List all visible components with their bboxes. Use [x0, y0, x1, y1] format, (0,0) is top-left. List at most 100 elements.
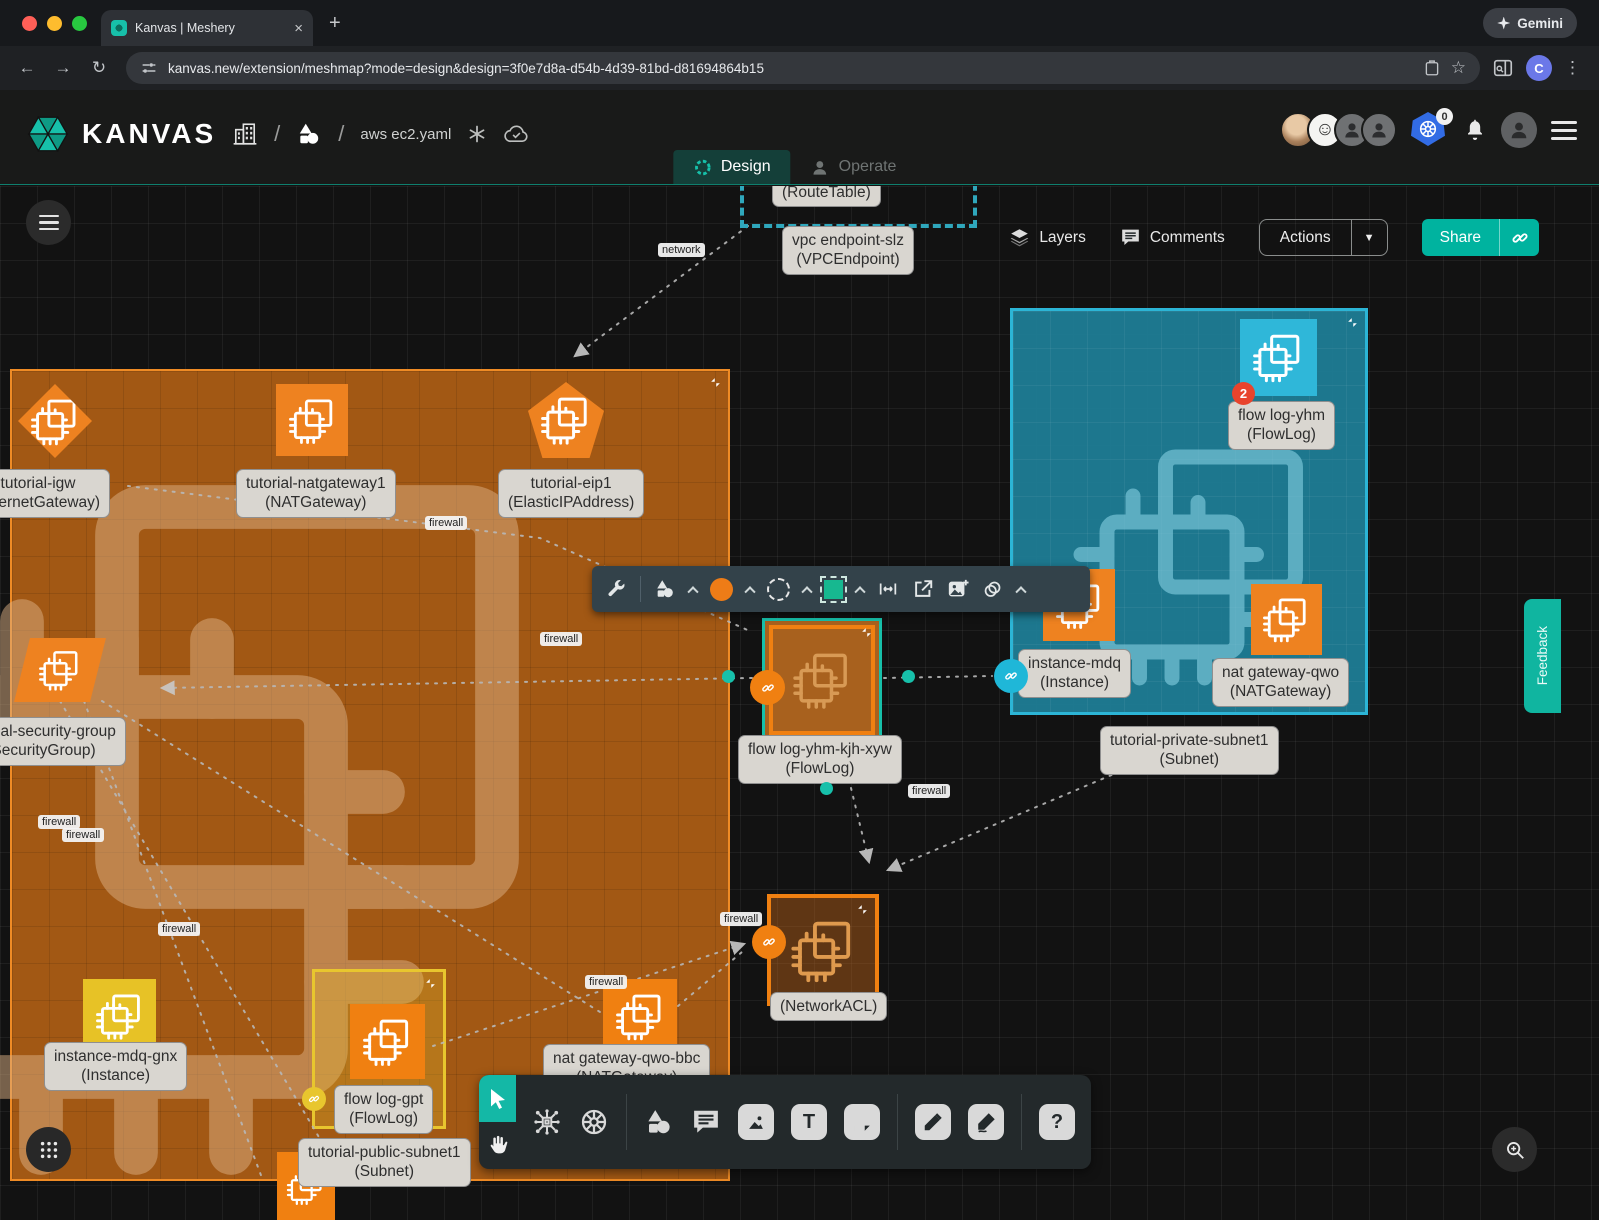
link-icon	[762, 935, 776, 949]
forward-button[interactable]: →	[48, 53, 78, 83]
feedback-tab[interactable]: Feedback	[1524, 599, 1561, 713]
collapse-icon[interactable]	[424, 977, 437, 990]
browser-toolbar: ← → ↻ kanvas.new/extension/meshmap?mode=…	[0, 46, 1599, 90]
collapse-icon[interactable]	[860, 626, 873, 639]
select-tool-active[interactable]	[479, 1075, 516, 1122]
browser-tab[interactable]: Kanvas | Meshery ×	[101, 10, 313, 46]
browser-menu-icon[interactable]: ⋮	[1564, 58, 1581, 78]
bookmark-star-icon[interactable]: ☆	[1451, 58, 1466, 78]
freehand-draw-tool[interactable]	[968, 1104, 1004, 1140]
resize-width-icon[interactable]	[877, 578, 899, 600]
kanvas-header: KANVAS / / aws ec2.yaml ☺	[0, 90, 1599, 185]
flow-log-kjh-badge[interactable]	[750, 670, 785, 705]
address-bar[interactable]: kanvas.new/extension/meshmap?mode=design…	[126, 52, 1480, 84]
grid-dots-icon	[38, 1139, 60, 1161]
design-file-name[interactable]: aws ec2.yaml	[360, 126, 451, 143]
layers-icon	[1009, 227, 1030, 248]
collaborator-avatar[interactable]	[1361, 112, 1397, 148]
url-text[interactable]: kanvas.new/extension/meshmap?mode=design…	[168, 61, 764, 76]
layers-button[interactable]: Layers	[1009, 227, 1086, 248]
gemini-button[interactable]: Gemini	[1483, 8, 1577, 38]
actions-dropdown-button[interactable]: ▼	[1351, 220, 1387, 255]
add-image-icon[interactable]	[947, 578, 969, 600]
mesh-components-tool[interactable]	[532, 1107, 562, 1137]
share-button[interactable]: Share	[1422, 219, 1499, 256]
selection-handle[interactable]	[820, 782, 833, 795]
kubernetes-components-tool[interactable]	[579, 1107, 609, 1137]
configure-wrench-icon[interactable]	[605, 578, 627, 600]
sticky-note-tool[interactable]	[844, 1104, 880, 1140]
design-canvas[interactable]: Layers Comments Actions ▼ Share (RouteTa…	[0, 186, 1599, 1220]
browser-profile-avatar[interactable]: C	[1526, 55, 1552, 81]
selection-handle[interactable]	[722, 670, 735, 683]
chevron-up-icon[interactable]	[687, 586, 698, 597]
canvas-menu-button[interactable]	[26, 200, 71, 245]
collapse-icon[interactable]	[709, 376, 722, 389]
notifications-bell-icon[interactable]	[1463, 118, 1487, 142]
comment-tool[interactable]	[691, 1107, 721, 1137]
close-window-button[interactable]	[22, 16, 37, 31]
shortcuts-icon[interactable]	[467, 124, 487, 144]
comments-button[interactable]: Comments	[1120, 227, 1225, 248]
user-profile-avatar[interactable]	[1501, 112, 1537, 148]
image-tool[interactable]	[738, 1104, 774, 1140]
edge-link-badge[interactable]	[994, 659, 1028, 693]
chip-icon	[790, 917, 857, 984]
flow-log-gpt-badge[interactable]	[302, 1087, 326, 1111]
flow-log-shape	[769, 625, 875, 735]
copy-link-button[interactable]	[1499, 219, 1539, 256]
toolbar-divider	[640, 576, 641, 602]
side-panel-icon[interactable]	[1492, 57, 1514, 79]
minimize-window-button[interactable]	[47, 16, 62, 31]
shapes-tool-icon[interactable]	[654, 578, 676, 600]
actions-button[interactable]: Actions	[1260, 220, 1351, 255]
workspace-shapes-icon[interactable]	[296, 121, 322, 147]
dock-tools: T ?	[516, 1075, 1091, 1169]
site-info-icon[interactable]	[140, 59, 158, 77]
node-label-flow-log-gpt: flow log-gpt(FlowLog)	[334, 1085, 433, 1134]
network-acl-badge[interactable]	[752, 925, 786, 959]
kanvas-logo[interactable]: KANVAS	[24, 112, 216, 156]
edge-pen-tool[interactable]	[915, 1104, 951, 1140]
pan-tool[interactable]	[479, 1122, 516, 1169]
shape-style-swatch[interactable]	[824, 580, 843, 599]
text-tool[interactable]: T	[791, 1104, 827, 1140]
node-nat-gateway-qwo[interactable]	[1251, 584, 1322, 655]
node-tutorial-natgateway1[interactable]	[276, 384, 348, 456]
chevron-up-icon[interactable]	[801, 586, 812, 597]
node-label-natgateway1: tutorial-natgateway1(NATGateway)	[236, 469, 396, 518]
group-circles-icon[interactable]	[982, 578, 1004, 600]
collapse-icon[interactable]	[856, 903, 869, 916]
collapse-icon[interactable]	[1346, 316, 1359, 329]
shapes-tool[interactable]	[644, 1107, 674, 1137]
feedback-label: Feedback	[1535, 626, 1550, 685]
dock-divider	[626, 1094, 627, 1150]
stroke-style-tool[interactable]	[767, 578, 790, 601]
reload-button[interactable]: ↻	[84, 53, 114, 83]
organization-icon[interactable]	[232, 121, 258, 147]
back-button[interactable]: ←	[12, 53, 42, 83]
design-mode-icon	[693, 158, 712, 177]
zoom-button[interactable]	[1492, 1127, 1537, 1172]
maximize-window-button[interactable]	[72, 16, 87, 31]
node-nat-gateway-qwo-bbc[interactable]	[603, 979, 677, 1053]
save-clipboard-icon[interactable]	[1423, 59, 1441, 77]
chevron-up-icon[interactable]	[744, 586, 755, 597]
kubernetes-context-button[interactable]: 0	[1411, 112, 1449, 148]
header-menu-icon[interactable]	[1551, 121, 1577, 140]
close-tab-icon[interactable]: ×	[294, 20, 303, 37]
chevron-up-icon[interactable]	[854, 586, 865, 597]
fill-color-swatch[interactable]	[710, 578, 733, 601]
node-flow-log-gpt[interactable]	[350, 1004, 425, 1079]
open-external-icon[interactable]	[912, 578, 934, 600]
tab-operate[interactable]: Operate	[791, 150, 917, 184]
tab-design[interactable]: Design	[673, 150, 791, 184]
new-tab-button[interactable]: +	[329, 12, 341, 35]
cloud-sync-icon	[503, 124, 530, 144]
selection-handle[interactable]	[902, 670, 915, 683]
node-tutorial-security-group[interactable]	[14, 638, 106, 702]
help-tool[interactable]: ?	[1039, 1104, 1075, 1140]
apps-grid-button[interactable]	[26, 1127, 71, 1172]
chevron-up-icon[interactable]	[1015, 586, 1026, 597]
chip-icon	[362, 1016, 413, 1067]
